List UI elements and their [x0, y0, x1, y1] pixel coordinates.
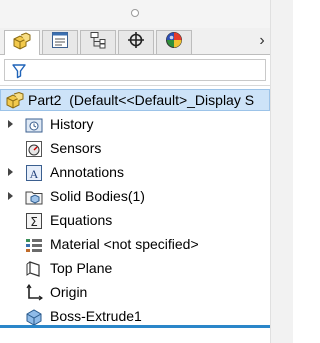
expand-arrow-icon[interactable] — [8, 168, 13, 176]
configuration-icon — [89, 31, 107, 54]
part-icon — [5, 91, 25, 110]
svg-text:A: A — [30, 167, 39, 181]
material-icon — [25, 236, 43, 259]
tree-item-label: Equations — [50, 212, 113, 228]
svg-text:Σ: Σ — [30, 215, 38, 229]
tree-root-part[interactable]: Part2 (Default<<Default>_Display S — [0, 89, 270, 111]
tree-item-solid-bodies[interactable]: Solid Bodies(1) — [0, 185, 270, 209]
filter-input[interactable] — [4, 59, 266, 81]
tab-dimxpert-manager[interactable] — [118, 30, 154, 54]
tab-display-manager[interactable] — [156, 30, 192, 54]
expand-arrow-icon[interactable] — [8, 120, 13, 128]
property-list-icon — [51, 31, 69, 54]
tab-feature-manager[interactable] — [4, 30, 40, 55]
equations-icon: Σ — [25, 212, 43, 235]
tree-root-label: Part2 (Default<<Default>_Display S — [28, 92, 255, 108]
vertical-scrollbar[interactable] — [270, 0, 293, 343]
plane-icon — [25, 260, 43, 283]
manager-tab-bar: › — [0, 28, 292, 55]
history-icon — [25, 116, 43, 139]
tree-item-equations[interactable]: Σ Equations — [0, 209, 270, 233]
tree-item-label: Annotations — [50, 164, 124, 180]
tree-item-top-plane[interactable]: Top Plane — [0, 257, 270, 281]
part-tree-icon — [12, 31, 32, 55]
expand-arrow-icon[interactable] — [8, 192, 13, 200]
origin-icon — [25, 283, 44, 307]
annotations-icon: A — [25, 164, 43, 187]
tree-item-material[interactable]: Material <not specified> — [0, 233, 270, 257]
tree-item-label: Material <not specified> — [50, 236, 199, 252]
rollback-bar[interactable] — [0, 325, 270, 328]
tree-item-label: Boss-Extrude1 — [50, 308, 142, 324]
chevron-right-icon[interactable]: › — [254, 32, 270, 50]
solid-bodies-folder-icon — [25, 188, 43, 211]
tree-item-origin[interactable]: Origin — [0, 281, 270, 305]
tree-item-label: History — [50, 116, 94, 132]
filter-funnel-icon[interactable] — [11, 63, 27, 84]
tree-item-annotations[interactable]: A Annotations — [0, 161, 270, 185]
tree-item-label: Sensors — [50, 140, 102, 156]
appearance-sphere-icon — [165, 31, 183, 54]
panel-header-strip — [0, 0, 270, 28]
crosshair-icon — [127, 31, 145, 54]
tab-configuration-manager[interactable] — [80, 30, 116, 54]
tree-item-label: Origin — [50, 284, 88, 300]
sensors-icon — [25, 140, 43, 163]
filter-row — [0, 55, 270, 86]
panel-grip-icon[interactable] — [131, 9, 139, 17]
tree-item-history[interactable]: History — [0, 113, 270, 137]
tab-property-manager[interactable] — [42, 30, 78, 54]
tree-item-sensors[interactable]: Sensors — [0, 137, 270, 161]
tree-item-label: Solid Bodies(1) — [50, 188, 145, 204]
tree-item-label: Top Plane — [50, 260, 113, 276]
